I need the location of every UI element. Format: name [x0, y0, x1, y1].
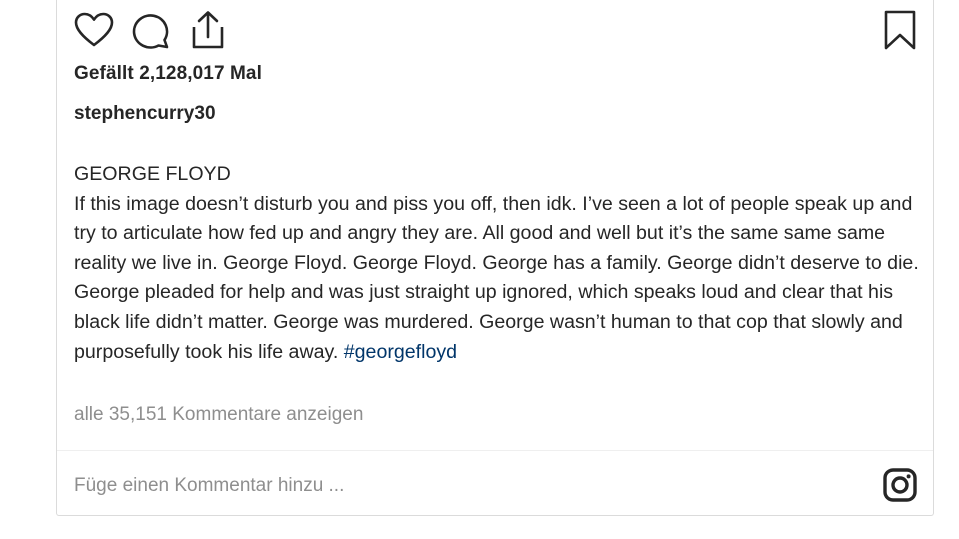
post-card: Gefällt 2,128,017 Mal stephencurry30 GEO… [56, 0, 934, 516]
comment-button[interactable] [129, 8, 171, 52]
share-upload-icon [192, 11, 224, 49]
share-button[interactable] [187, 8, 229, 52]
likes-count[interactable]: Gefällt 2,128,017 Mal [74, 63, 262, 85]
bookmark-icon [884, 10, 916, 50]
divider [57, 450, 933, 451]
view-all-comments-link[interactable]: alle 35,151 Kommentare anzeigen [74, 404, 363, 426]
caption-heading: GEORGE FLOYD [74, 163, 231, 185]
like-button[interactable] [73, 8, 115, 52]
instagram-camera-button[interactable] [881, 466, 919, 504]
action-bar [73, 8, 917, 52]
instagram-icon [883, 468, 917, 502]
heart-icon [74, 12, 114, 47]
post-caption: GEORGE FLOYD If this image doesn’t distu… [74, 160, 924, 367]
hashtag-link[interactable]: #georgefloyd [344, 341, 457, 363]
add-comment-input[interactable] [74, 468, 854, 504]
save-button[interactable] [879, 8, 921, 52]
caption-body: If this image doesn’t disturb you and pi… [74, 192, 919, 363]
post-username[interactable]: stephencurry30 [74, 103, 216, 125]
comment-bubble-icon [132, 14, 169, 49]
